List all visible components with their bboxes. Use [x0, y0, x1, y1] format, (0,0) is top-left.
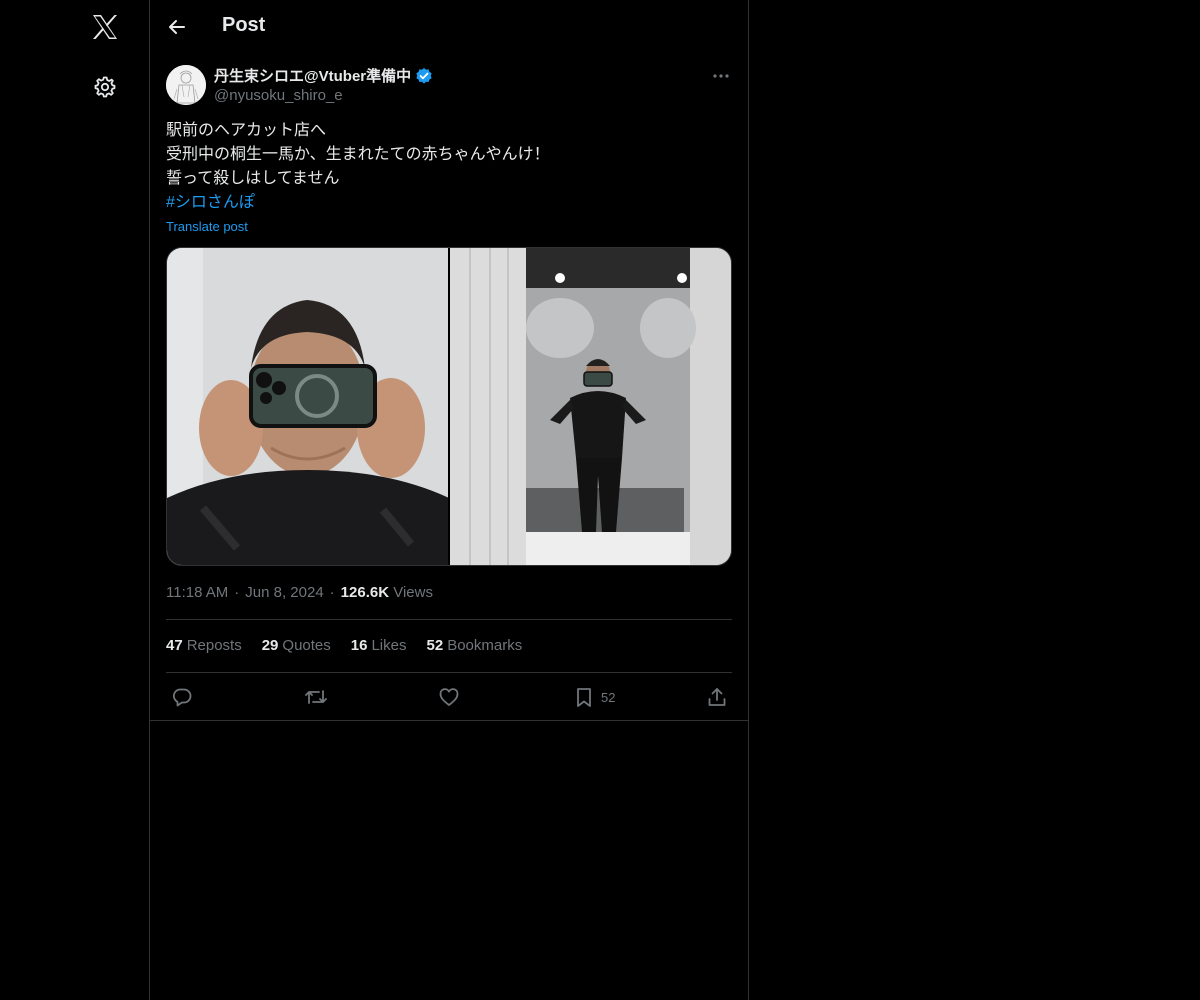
- reply-button[interactable]: [171, 684, 193, 710]
- views-count: 126.6K: [340, 584, 390, 601]
- repost-icon: [305, 690, 327, 704]
- post-text-line: 誓って殺しはしてません: [166, 170, 340, 187]
- share-button[interactable]: [706, 684, 728, 710]
- bookmarks-stat[interactable]: 52 Bookmarks: [427, 637, 523, 654]
- post-actions: 52: [166, 684, 732, 712]
- divider: [166, 619, 732, 620]
- post-text: 駅前のヘアカット店へ 受刑中の桐生一馬か、生まれたての赤ちゃんやんけ！ 誓って殺…: [166, 119, 732, 215]
- translate-post-link[interactable]: Translate post: [166, 219, 248, 234]
- gear-icon[interactable]: [90, 72, 120, 102]
- x-logo-icon[interactable]: [88, 10, 122, 44]
- reposts-stat[interactable]: 47 Reposts: [166, 637, 242, 654]
- more-options-icon[interactable]: [710, 66, 732, 86]
- avatar[interactable]: [166, 65, 206, 105]
- meta-separator: ·: [329, 584, 335, 601]
- post-photo-selfie[interactable]: [167, 248, 448, 565]
- main-column: Post 丹生束シロエ@Vtuber準備中 @nyusoku_shiro_e 駅…: [150, 0, 749, 1000]
- repost-button[interactable]: [304, 684, 328, 710]
- post-meta: 11:18 AM · Jun 8, 2024 · 126.6K Views: [166, 584, 433, 601]
- post-text-line: 駅前のヘアカット店へ: [166, 122, 327, 139]
- hashtag-link[interactable]: #シロさんぽ: [166, 191, 732, 215]
- verified-badge-icon: [415, 67, 433, 85]
- post-time[interactable]: 11:18 AM: [166, 584, 228, 601]
- bookmark-button[interactable]: 52: [573, 684, 615, 710]
- post-media: [166, 247, 732, 566]
- divider: [166, 672, 732, 673]
- page-header: Post: [150, 0, 748, 54]
- quotes-stat[interactable]: 29 Quotes: [262, 637, 331, 654]
- share-icon: [708, 688, 726, 706]
- likes-count: 16: [350, 637, 368, 654]
- divider: [150, 720, 748, 721]
- author-handle[interactable]: @nyusoku_shiro_e: [214, 87, 343, 104]
- views-label: Views: [393, 584, 433, 601]
- likes-stat[interactable]: 16 Likes: [351, 637, 407, 654]
- like-button[interactable]: [438, 684, 460, 710]
- back-arrow-icon[interactable]: [164, 14, 190, 40]
- left-nav: [0, 0, 150, 1000]
- author-name[interactable]: 丹生束シロエ@Vtuber準備中: [214, 65, 411, 86]
- bookmarks-count: 52: [426, 637, 444, 654]
- post-text-line: 受刑中の桐生一馬か、生まれたての赤ちゃんやんけ！: [166, 146, 550, 163]
- quotes-count: 29: [261, 637, 279, 654]
- quotes-label: Quotes: [282, 637, 331, 654]
- bookmark-icon: [577, 688, 591, 707]
- reply-icon: [173, 688, 192, 707]
- post-date[interactable]: Jun 8, 2024: [245, 584, 323, 601]
- reposts-label: Reposts: [186, 637, 242, 654]
- post-author: 丹生束シロエ@Vtuber準備中 @nyusoku_shiro_e: [166, 64, 732, 106]
- likes-label: Likes: [371, 637, 407, 654]
- bookmark-count: 52: [601, 689, 616, 705]
- reposts-count: 47: [166, 637, 183, 654]
- bookmarks-label: Bookmarks: [447, 637, 523, 654]
- meta-separator: ·: [234, 584, 240, 601]
- post-photo-mirror[interactable]: [450, 248, 731, 565]
- heart-icon: [439, 688, 459, 706]
- page-title: Post: [222, 14, 266, 36]
- post-stats: 47 Reposts 29 Quotes 16 Likes 52 Bookmarks: [166, 637, 522, 654]
